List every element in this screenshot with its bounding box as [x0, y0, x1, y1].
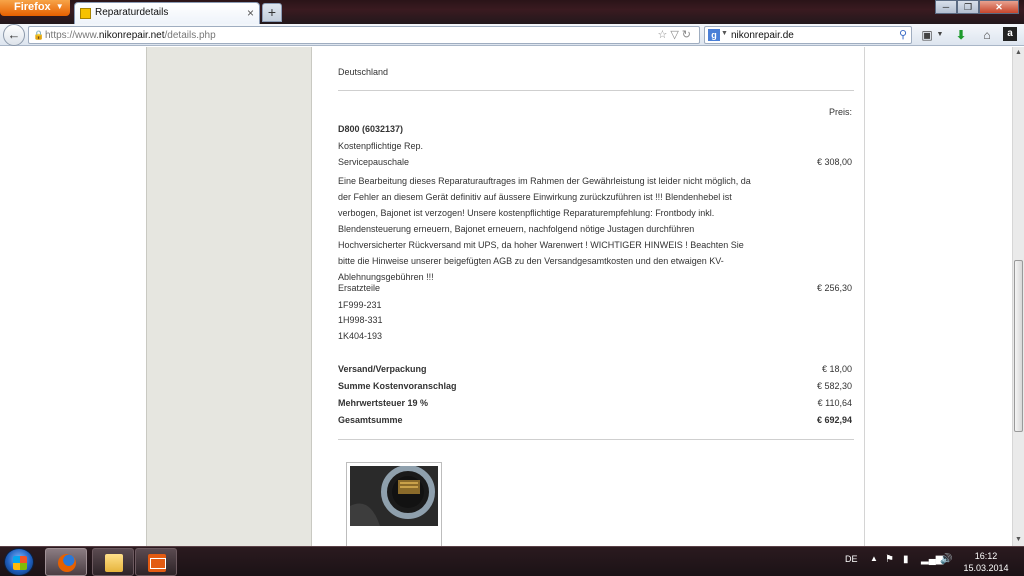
clock-time: 16:12: [974, 551, 998, 561]
divider: [338, 439, 854, 440]
left-sidebar: [146, 47, 312, 546]
reload-icon[interactable]: ↻: [682, 29, 694, 41]
taskbar-app-explorer[interactable]: [92, 548, 134, 576]
url-path: /details.php: [164, 30, 216, 41]
maximize-button[interactable]: ❐: [957, 0, 979, 14]
total-price: € 692,94: [816, 415, 852, 425]
part-number: 1F999-231: [338, 300, 382, 310]
main-content: Deutschland Preis: D800 (6032137) Kosten…: [313, 47, 865, 546]
tab-title: Reparaturdetails: [95, 7, 169, 18]
firefox-menu-button[interactable]: Firefox ▼: [0, 0, 70, 16]
vertical-scrollbar[interactable]: ▲ ▼: [1012, 47, 1024, 546]
amazon-icon[interactable]: a: [1003, 27, 1017, 41]
minimize-button[interactable]: ─: [935, 0, 957, 14]
site-favicon-icon: [80, 8, 91, 19]
page-viewport: Deutschland Preis: D800 (6032137) Kosten…: [0, 47, 1012, 546]
show-hidden-icons-icon[interactable]: ▲: [870, 554, 878, 563]
parts-price: € 256,30: [816, 283, 852, 293]
url-host: nikonrepair.net: [98, 30, 165, 41]
system-clock[interactable]: 16:12 15.03.2014: [962, 550, 1010, 574]
url-bar[interactable]: 🔒 https://www.nikonrepair.net/details.ph…: [28, 26, 700, 44]
part-number: 1K404-193: [338, 331, 383, 341]
parts-label: Ersatzteile: [338, 283, 381, 293]
total-label: Gesamtsumme: [338, 415, 403, 425]
history-dropdown-icon[interactable]: ▽: [670, 29, 681, 41]
device-icon[interactable]: ▮: [903, 554, 909, 565]
shipping-label: Versand/Verpackung: [338, 364, 427, 374]
chevron-down-icon[interactable]: ▼: [932, 27, 948, 43]
arrow-left-icon: ←: [7, 27, 21, 42]
search-icon[interactable]: ⚲: [899, 28, 907, 41]
volume-icon[interactable]: 🔊: [940, 554, 952, 565]
chevron-down-icon: ▼: [55, 2, 64, 11]
camera-mount-photo: [350, 466, 438, 526]
bookmark-star-icon[interactable]: ☆: [657, 29, 670, 41]
vat-price: € 110,64: [817, 398, 852, 408]
windows-logo-icon: [13, 556, 27, 570]
firefox-menu-label: Firefox: [14, 1, 51, 13]
tab-close-icon[interactable]: ×: [247, 6, 254, 20]
photo-thumbnail[interactable]: [346, 462, 442, 546]
clock-date: 15.03.2014: [963, 563, 1009, 573]
price-header: Preis:: [828, 107, 852, 117]
scroll-down-icon[interactable]: ▼: [1013, 534, 1024, 546]
service-price: € 308,00: [816, 157, 852, 167]
scroll-up-icon[interactable]: ▲: [1013, 47, 1024, 59]
close-window-button[interactable]: ✕: [979, 0, 1019, 14]
taskbar: DE ▲ ⚑ ▮ ▂▄▆ 🔊 16:12 15.03.2014: [0, 546, 1024, 576]
home-icon[interactable]: ⌂: [979, 27, 995, 43]
action-center-flag-icon[interactable]: ⚑: [885, 554, 894, 565]
back-button[interactable]: ←: [3, 24, 25, 46]
vat-label: Mehrwertsteuer 19 %: [338, 398, 429, 408]
firefox-icon: [58, 554, 76, 572]
url-prefix: https://www.: [45, 30, 99, 41]
mail-icon: [148, 554, 166, 572]
service-label: Servicepauschale: [338, 157, 410, 167]
new-tab-button[interactable]: +: [262, 3, 282, 22]
taskbar-app-firefox[interactable]: [45, 548, 87, 576]
repair-category: Kostenpflichtige Rep.: [338, 141, 424, 151]
search-bar[interactable]: g ▼ nikonrepair.de ⚲: [704, 26, 912, 44]
folder-icon: [105, 554, 123, 572]
google-icon[interactable]: g: [708, 29, 720, 41]
lock-icon: 🔒: [33, 30, 45, 40]
part-number: 1H998-331: [338, 315, 383, 325]
repair-description: Eine Bearbeitung dieses Reparaturauftrag…: [338, 176, 751, 282]
model-title: D800 (6032137): [338, 124, 404, 134]
taskbar-app-mail[interactable]: [135, 548, 177, 576]
download-icon[interactable]: ⬇: [953, 27, 969, 43]
subtotal-price: € 582,30: [816, 381, 852, 391]
country-text: Deutschland: [338, 67, 389, 77]
search-engine-dropdown-icon[interactable]: ▼: [721, 30, 728, 37]
navigation-bar: ← 🔒 https://www.nikonrepair.net/details.…: [0, 24, 1024, 46]
shipping-price: € 18,00: [821, 364, 852, 374]
tab-reparaturdetails[interactable]: Reparaturdetails ×: [74, 2, 260, 24]
title-bar: Firefox ▼ Reparaturdetails × + ─ ❐ ✕: [0, 0, 1024, 24]
search-input[interactable]: nikonrepair.de: [731, 30, 794, 41]
scrollbar-thumb[interactable]: [1014, 260, 1023, 432]
divider: [338, 90, 854, 91]
language-indicator[interactable]: DE: [845, 554, 858, 564]
window-controls: ─ ❐ ✕: [935, 0, 1019, 14]
start-button[interactable]: [4, 548, 34, 576]
subtotal-label: Summe Kostenvoranschlag: [338, 381, 457, 391]
